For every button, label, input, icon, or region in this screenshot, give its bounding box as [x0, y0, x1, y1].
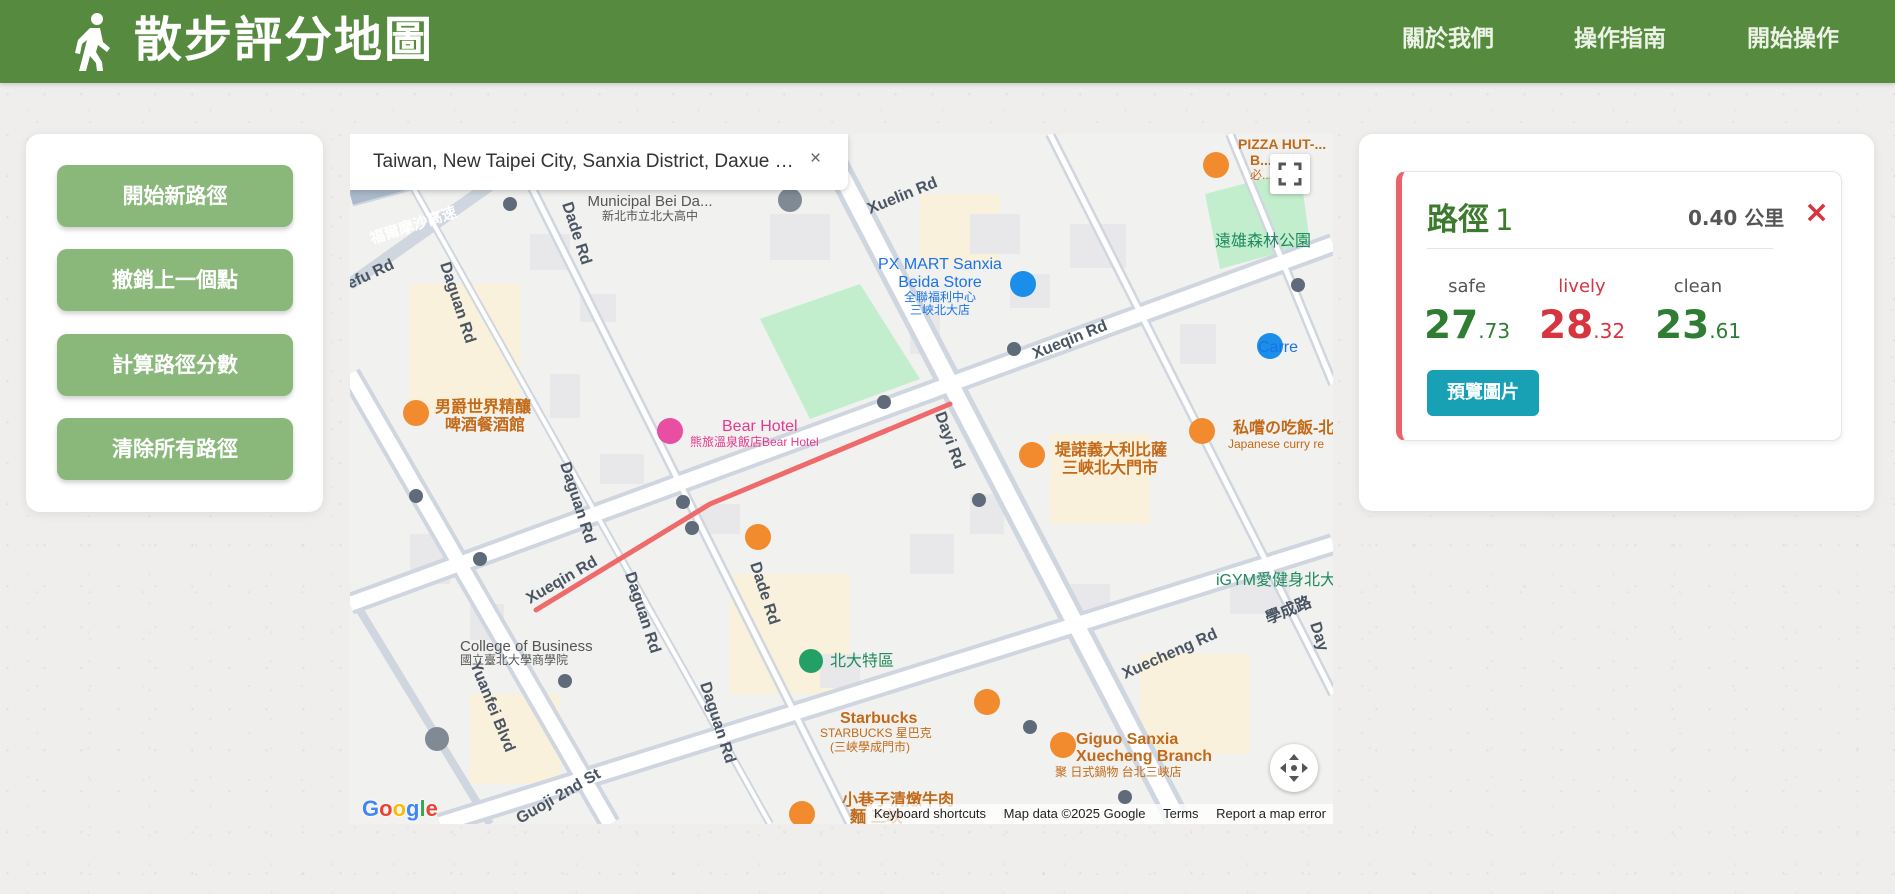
svg-text:私嚐の吃飯-北: 私嚐の吃飯-北 [1233, 418, 1333, 437]
svg-text:PIZZA HUT-...: PIZZA HUT-... [1238, 136, 1326, 152]
route-number: 1 [1495, 203, 1514, 237]
score-safe: safe 27.73 [1412, 276, 1522, 348]
score-clean: clean 23.61 [1643, 276, 1753, 348]
svg-text:男爵世界精釀: 男爵世界精釀 [435, 397, 532, 416]
walking-person-icon [75, 13, 110, 71]
score-value: 23.61 [1654, 303, 1742, 348]
nav-about[interactable]: 關於我們 [1402, 22, 1494, 56]
svg-text:Bear Hotel: Bear Hotel [722, 418, 798, 435]
remove-route-icon[interactable]: × [1804, 196, 1829, 230]
svg-text:熊旅溫泉飯店Bear Hotel: 熊旅溫泉飯店Bear Hotel [690, 434, 819, 449]
map[interactable]: Municipal Bei Da... 新北市立北大高中 College of … [350, 134, 1333, 824]
svg-text:(三峽學成門市): (三峽學成門市) [830, 739, 910, 754]
google-logo: Google [362, 796, 438, 821]
svg-text:Beida Store: Beida Store [898, 274, 982, 291]
map-camera-control-icon[interactable] [1270, 744, 1318, 792]
calculate-score-button[interactable]: 計算路徑分數 [57, 334, 293, 396]
svg-text:iGYM愛健身北大: iGYM愛健身北大 [1216, 571, 1333, 589]
results-panel: 路徑 1 0.40 公里 × safe 27.73 lively 28.32 cl… [1359, 134, 1874, 511]
keyboard-shortcuts-link[interactable]: Keyboard shortcuts [874, 806, 986, 821]
terms-link[interactable]: Terms [1163, 806, 1198, 821]
svg-text:Giguo Sanxia: Giguo Sanxia [1076, 731, 1178, 748]
score-label: safe [1448, 276, 1486, 297]
svg-text:Xuecheng Branch: Xuecheng Branch [1076, 748, 1212, 765]
route-card: 路徑 1 0.40 公里 × safe 27.73 lively 28.32 cl… [1396, 171, 1842, 441]
divider [1427, 248, 1773, 249]
svg-text:三峽北大店: 三峽北大店 [910, 303, 970, 317]
clear-all-routes-button[interactable]: 清除所有路徑 [57, 418, 293, 480]
svg-text:堤諾義大利比薩: 堤諾義大利比薩 [1055, 440, 1167, 459]
svg-text:Municipal Bei Da...: Municipal Bei Da... [587, 193, 712, 210]
svg-text:聚 日式鍋物 台北三峽店: 聚 日式鍋物 台北三峽店 [1055, 764, 1182, 779]
fullscreen-icon[interactable] [1270, 154, 1310, 194]
location-search-box[interactable]: Taiwan, New Taipei City, Sanxia District… [350, 134, 848, 190]
report-map-error-link[interactable]: Report a map error [1216, 806, 1326, 821]
nav-guide[interactable]: 操作指南 [1574, 22, 1666, 56]
svg-text:STARBUCKS 星巴克: STARBUCKS 星巴克 [820, 726, 932, 740]
score-value: 27.73 [1423, 303, 1511, 348]
svg-text:Carre: Carre [1258, 339, 1298, 356]
map-data-credit: Map data ©2025 Google [1003, 806, 1146, 821]
search-input[interactable]: Taiwan, New Taipei City, Sanxia District… [373, 151, 803, 173]
svg-text:全聯福利中心: 全聯福利中心 [904, 289, 976, 304]
svg-text:PX MART Sanxia: PX MART Sanxia [878, 256, 1002, 273]
start-new-route-button[interactable]: 開始新路徑 [57, 165, 293, 227]
route-title: 路徑 1 [1427, 202, 1514, 238]
clear-search-icon[interactable]: × [810, 148, 821, 170]
svg-text:三峽北大門市: 三峽北大門市 [1062, 458, 1158, 477]
control-panel: 開始新路徑 撤銷上一個點 計算路徑分數 清除所有路徑 [26, 134, 323, 512]
score-lively: lively 28.32 [1527, 276, 1637, 348]
app-title: 散步評分地圖 [134, 12, 435, 68]
svg-text:啤酒餐酒館: 啤酒餐酒館 [445, 415, 525, 434]
svg-text:Japanese curry re: Japanese curry re [1228, 437, 1324, 451]
preview-image-button[interactable]: 預覽圖片 [1427, 370, 1539, 416]
map-footer: Keyboard shortcuts Map data ©2025 Google… [867, 804, 1333, 824]
score-label: lively [1558, 276, 1606, 297]
undo-last-point-button[interactable]: 撤銷上一個點 [57, 249, 293, 311]
svg-text:遠雄森林公園: 遠雄森林公園 [1215, 232, 1311, 250]
route-distance: 0.40 公里 [1688, 206, 1785, 230]
svg-text:Starbucks: Starbucks [840, 710, 917, 727]
map-canvas[interactable]: Municipal Bei Da... 新北市立北大高中 College of … [350, 134, 1333, 824]
nav-start[interactable]: 開始操作 [1747, 22, 1839, 56]
svg-text:新北市立北大高中: 新北市立北大高中 [602, 208, 698, 223]
svg-text:北大特區: 北大特區 [830, 652, 894, 670]
app-header: 散步評分地圖 關於我們 操作指南 開始操作 [0, 0, 1895, 83]
score-value: 28.32 [1538, 303, 1626, 348]
svg-text:Daguan Rd: Daguan Rd [621, 570, 663, 656]
score-label: clean [1673, 276, 1723, 297]
